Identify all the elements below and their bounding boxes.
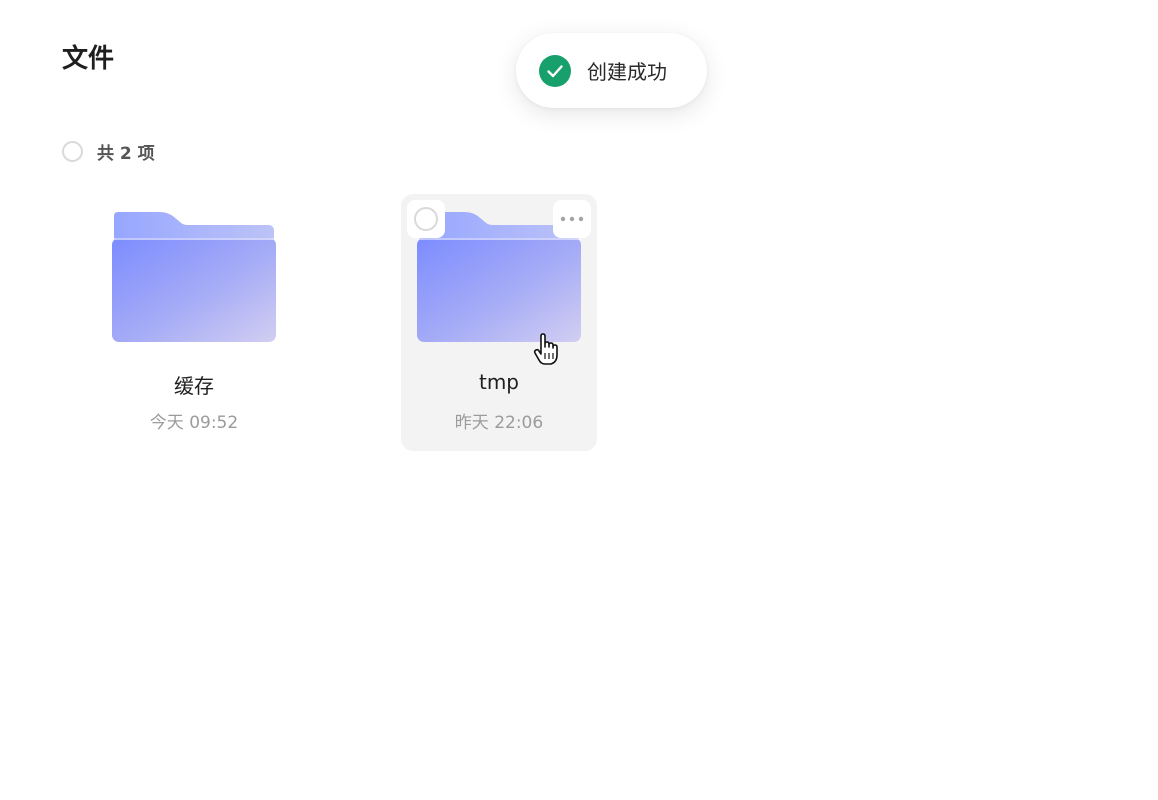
toast-message: 创建成功 (587, 60, 667, 84)
file-date: 今天 09:52 (149, 413, 239, 433)
page-title: 文件 (62, 44, 115, 74)
select-all[interactable]: 共 2 项 (62, 138, 155, 164)
select-all-checkbox[interactable] (62, 140, 83, 162)
check-circle-icon (539, 54, 571, 87)
item-select[interactable] (407, 200, 445, 238)
success-toast: 创建成功 (516, 33, 707, 108)
folder-icon (112, 212, 276, 342)
item-checkbox[interactable] (414, 207, 438, 231)
item-count: 共 2 项 (97, 143, 155, 164)
file-name: 缓存 (174, 374, 214, 398)
folder-item[interactable]: 缓存 今天 09:52 (96, 194, 292, 451)
file-date: 昨天 22:06 (454, 413, 544, 433)
more-icon (560, 216, 584, 222)
file-name: tmp (478, 370, 520, 394)
more-options-button[interactable] (553, 200, 591, 238)
hand-cursor-icon (533, 333, 558, 365)
folder-item[interactable]: tmp 昨天 22:06 (401, 194, 597, 451)
